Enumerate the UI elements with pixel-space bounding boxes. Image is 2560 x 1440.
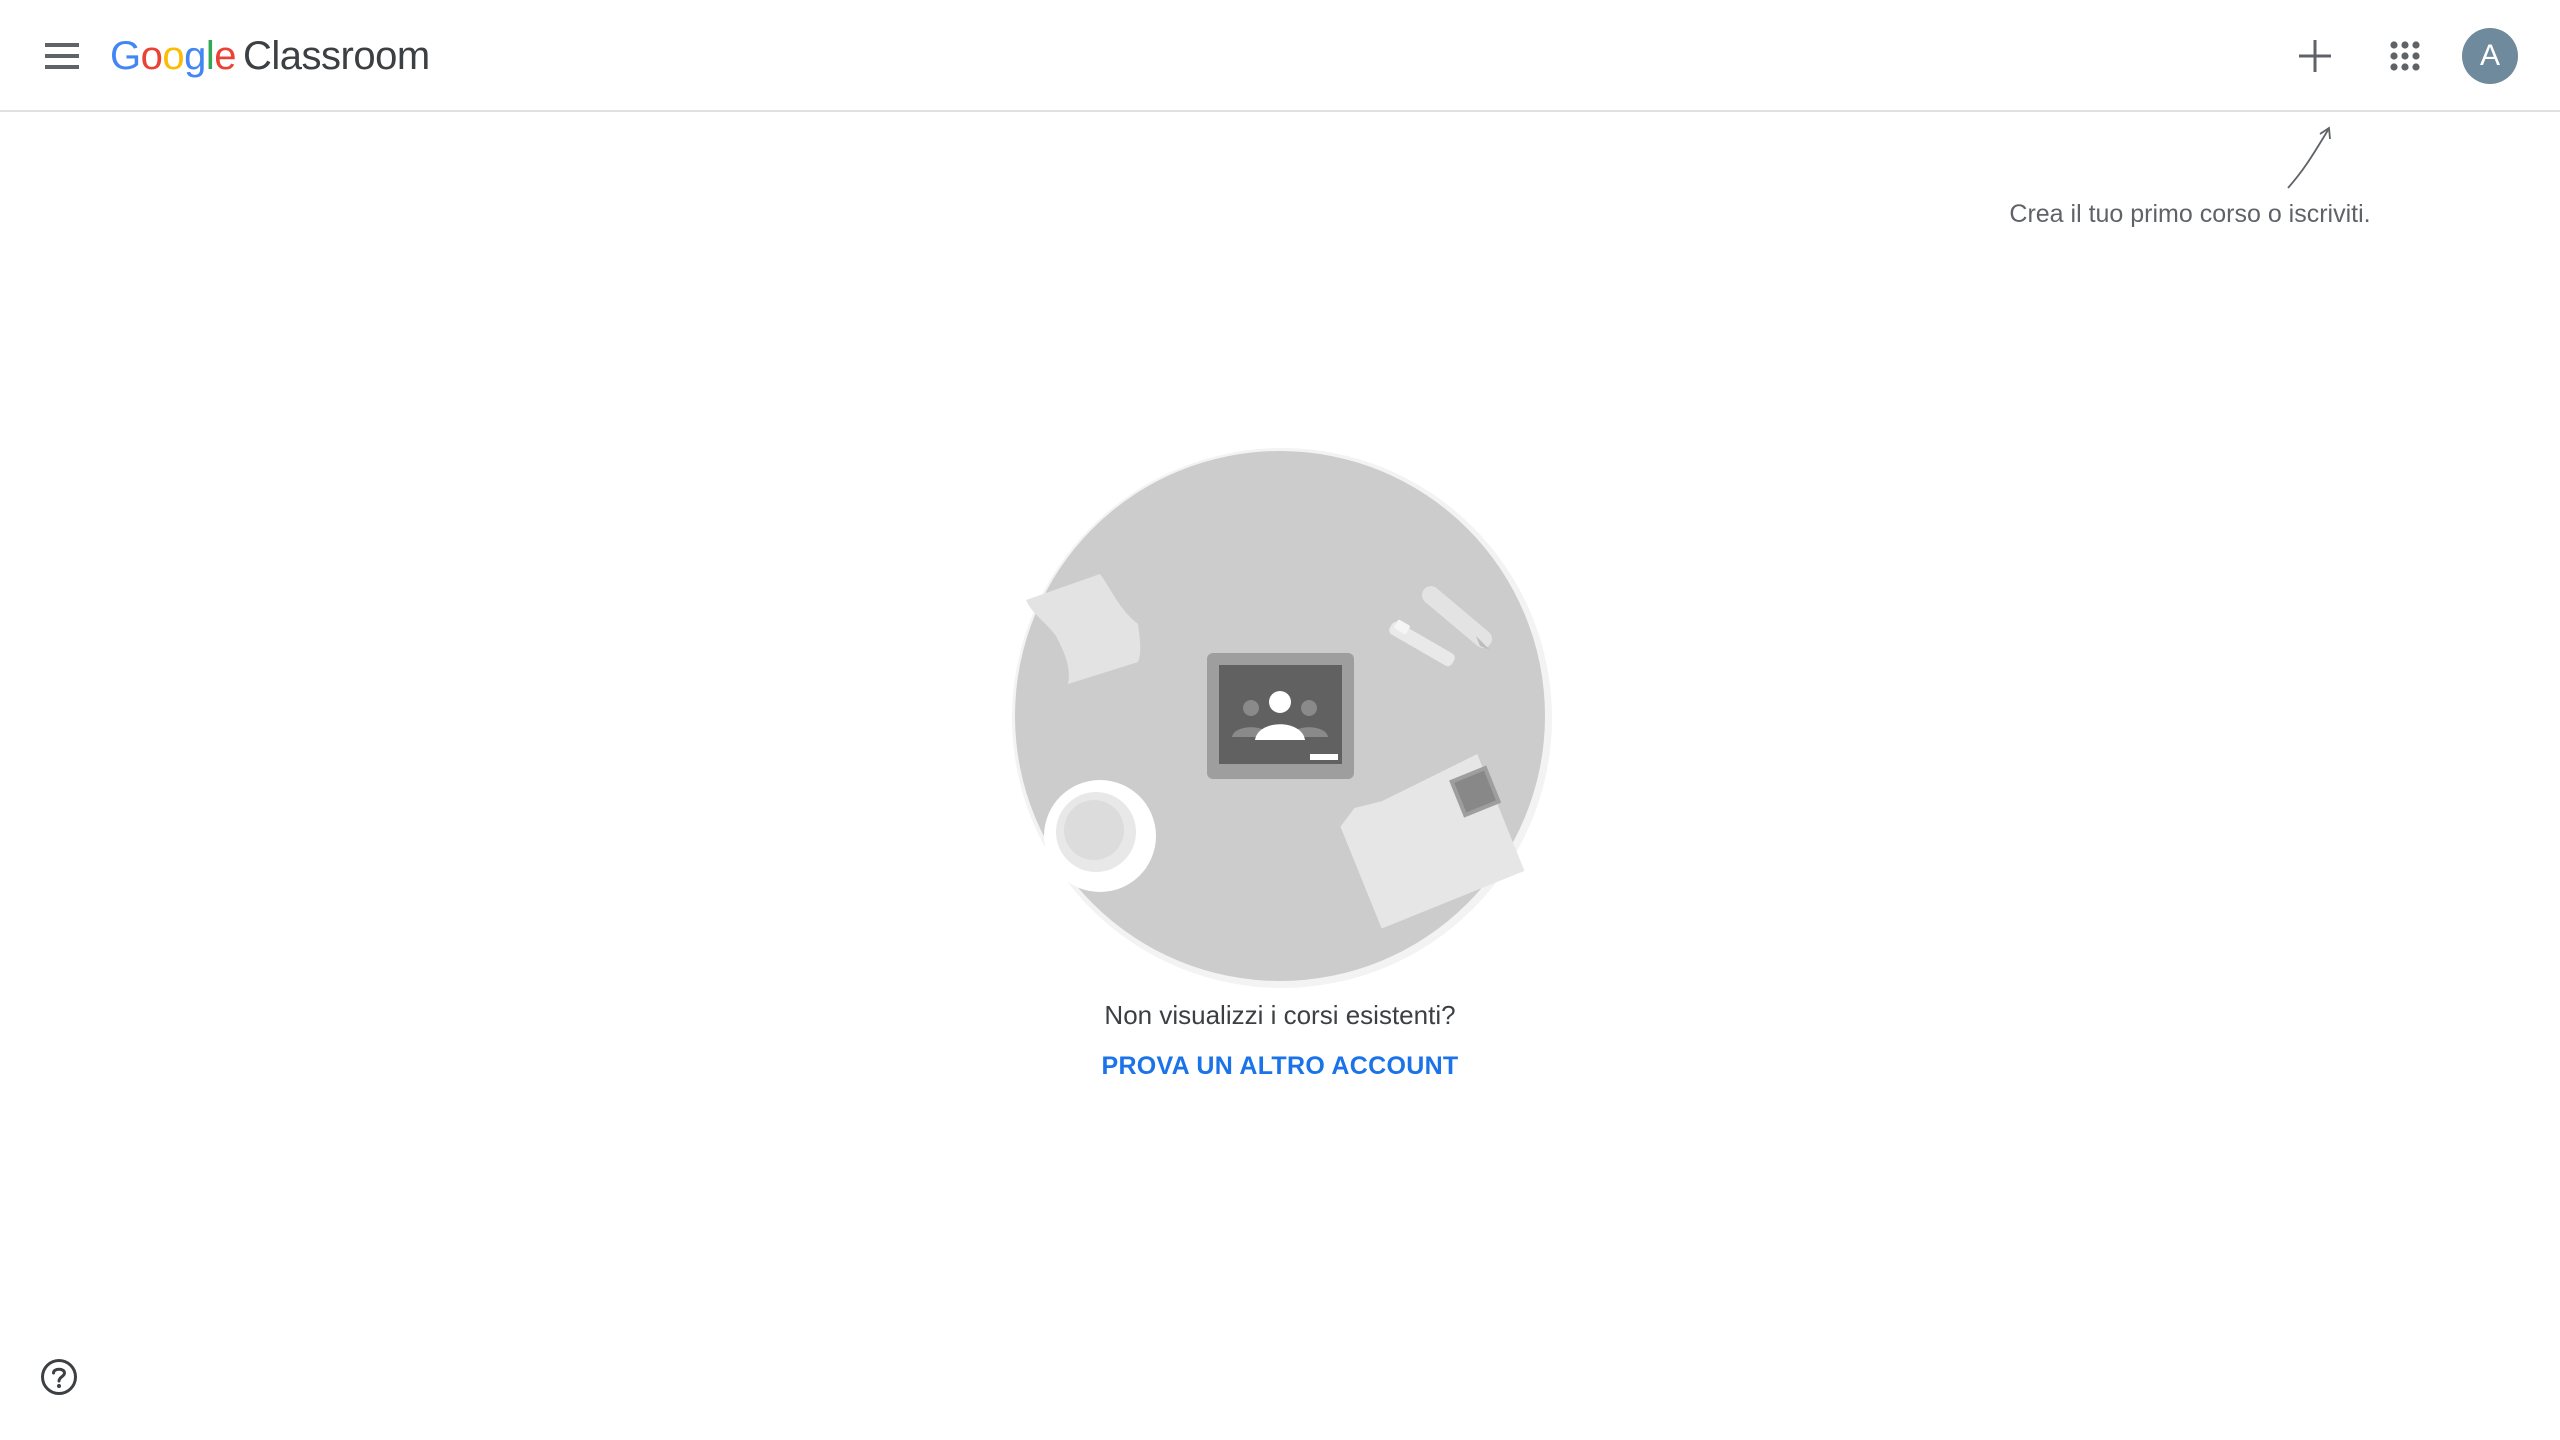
empty-classroom-illustration bbox=[1012, 448, 1552, 988]
plus-icon bbox=[2299, 40, 2331, 72]
apps-grid-icon bbox=[2390, 41, 2420, 71]
help-circle-icon bbox=[41, 1359, 77, 1395]
help-button[interactable] bbox=[34, 1352, 84, 1402]
logo-letter: g bbox=[184, 33, 206, 78]
logo-letter: l bbox=[205, 33, 215, 78]
avatar-initial: A bbox=[2479, 39, 2500, 72]
google-classroom-logo[interactable]: Go o g l e Classroom bbox=[110, 30, 430, 82]
try-another-account-link[interactable]: PROVA UN ALTRO ACCOUNT bbox=[1030, 1052, 1530, 1081]
top-app-bar: Go o g l e Classroom A bbox=[0, 0, 2560, 112]
logo-product-name: Classroom bbox=[243, 33, 430, 78]
no-classes-message: Non visualizzi i corsi esistenti? bbox=[1104, 1000, 1456, 1030]
logo-letter: e bbox=[214, 33, 237, 78]
main-menu-button[interactable] bbox=[34, 28, 90, 84]
logo-letter: o bbox=[162, 33, 185, 78]
account-avatar[interactable]: A bbox=[2462, 28, 2518, 84]
create-or-join-class-button[interactable] bbox=[2287, 28, 2343, 84]
google-apps-button[interactable] bbox=[2377, 28, 2433, 84]
logo-letter: G bbox=[110, 33, 141, 78]
hint-arrow-icon bbox=[2287, 126, 2331, 189]
coffee-cup-icon bbox=[1044, 780, 1156, 892]
logo-letter: o bbox=[140, 33, 163, 78]
hamburger-menu-icon bbox=[45, 43, 79, 69]
classroom-board-icon bbox=[1207, 653, 1354, 779]
create-first-class-hint: Crea il tuo primo corso o iscriviti. bbox=[2009, 200, 2371, 228]
